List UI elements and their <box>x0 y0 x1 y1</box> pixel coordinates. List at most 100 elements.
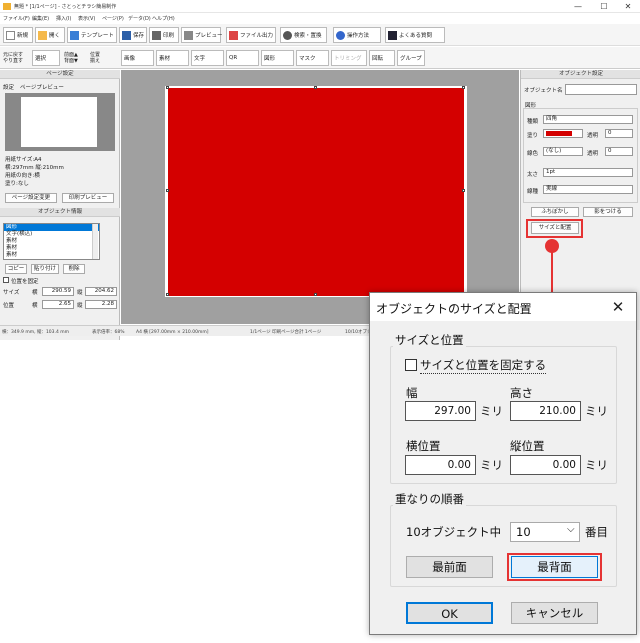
print-preview-button[interactable]: 印刷プレビュー <box>62 193 114 203</box>
dialog-title-bar: オブジェクトのサイズと配置 ✕ <box>370 293 636 321</box>
delete-button[interactable]: 削除 <box>63 264 85 274</box>
size-height-field[interactable]: 204.62 <box>85 287 117 296</box>
front-back-button[interactable]: 前面▲ 背面▼ <box>64 49 78 67</box>
paper-fill-text: 塗り:なし <box>5 181 29 187</box>
resize-handle[interactable] <box>166 189 169 192</box>
new-file-icon <box>6 30 15 40</box>
shape-tool-button[interactable]: 図形 <box>261 50 294 66</box>
y-position-input[interactable]: 0.00 <box>510 455 581 475</box>
fix-size-checkbox[interactable] <box>405 359 417 371</box>
width-input[interactable]: 297.00 <box>405 401 476 421</box>
align-button[interactable]: 位置 揃え <box>90 49 100 67</box>
menu-help[interactable]: ヘルプ(H) <box>152 15 175 22</box>
x-position-label: 横位置 <box>406 439 441 453</box>
image-tool-button[interactable]: 画像 <box>121 50 154 66</box>
page-settings-change-button[interactable]: ページ設定変更 <box>5 193 57 203</box>
search-replace-button[interactable]: 検索・置換 <box>280 27 327 43</box>
chevron-down-icon: ⌵ <box>567 524 575 535</box>
object-list[interactable]: 図形 文字(横込) 素材 素材 素材 <box>3 223 100 260</box>
fill-transparency-field[interactable]: 0 <box>605 129 633 138</box>
minimize-button[interactable]: — <box>566 1 590 12</box>
line-color-select[interactable]: (なし) <box>543 147 583 156</box>
select-tool-button[interactable]: 選択 <box>32 50 60 66</box>
object-name-field[interactable] <box>565 84 637 95</box>
menu-page[interactable]: ページ(P) <box>102 15 124 22</box>
open-button[interactable]: 開く <box>35 27 65 43</box>
menu-file[interactable]: ファイル(F) <box>3 15 30 22</box>
fill-color-select[interactable] <box>543 129 583 138</box>
position-x-field[interactable]: 2.65 <box>42 300 74 309</box>
tab-settings[interactable]: 設定 <box>3 83 14 91</box>
export-button[interactable]: ファイル出力 <box>226 27 276 43</box>
how-to-button[interactable]: 操作方法 <box>333 27 381 43</box>
page-thumbnail[interactable] <box>21 97 97 147</box>
x-position-input[interactable]: 0.00 <box>405 455 476 475</box>
order-select[interactable]: 10 ⌵ <box>510 522 580 542</box>
width-label: 幅 <box>406 386 418 400</box>
object-list-scrollbar[interactable] <box>92 224 98 259</box>
resize-handle[interactable] <box>314 293 317 296</box>
resize-handle[interactable] <box>314 86 317 89</box>
text-tool-button[interactable]: 文字 <box>191 50 224 66</box>
faq-button[interactable]: よくある質問 <box>385 27 445 43</box>
type-label: 種類 <box>527 119 539 125</box>
trim-tool-button[interactable]: トリミング <box>331 50 367 66</box>
list-item[interactable]: 素材 <box>4 238 99 245</box>
faq-icon <box>388 30 397 40</box>
template-icon <box>70 30 79 40</box>
export-icon <box>229 30 238 40</box>
menu-bar: ファイル(F) 編集(E) 挿入(I) 表示(V) ページ(P) データ(D) … <box>0 13 640 23</box>
dialog-close-button[interactable]: ✕ <box>606 296 630 318</box>
menu-insert[interactable]: 挿入(I) <box>56 15 71 22</box>
print-button[interactable]: 印刷 <box>149 27 179 43</box>
maximize-button[interactable]: ☐ <box>592 1 616 12</box>
resize-handle[interactable] <box>462 86 465 89</box>
fill-color-swatch <box>546 131 572 136</box>
new-button[interactable]: 新規 <box>3 27 33 43</box>
cancel-button[interactable]: キャンセル <box>511 602 598 624</box>
line-transparency-field[interactable]: 0 <box>605 147 633 156</box>
list-item[interactable]: 文字(横込) <box>4 231 99 238</box>
list-item[interactable]: 図形 <box>4 224 99 231</box>
line-type-select[interactable]: 実線 <box>543 185 633 194</box>
ok-button[interactable]: OK <box>406 602 493 624</box>
resize-handle[interactable] <box>166 86 169 89</box>
bring-to-front-button[interactable]: 最前面 <box>406 556 493 578</box>
size-width-field[interactable]: 290.59 <box>42 287 74 296</box>
red-rectangle-shape[interactable] <box>168 88 464 296</box>
list-item[interactable]: 素材 <box>4 245 99 252</box>
position-y-field[interactable]: 2.28 <box>85 300 117 309</box>
paper-dimensions-text: 横:297mm 縦:210mm <box>5 165 64 171</box>
size-w-label: 横 <box>32 290 38 296</box>
thickness-select[interactable]: 1pt <box>543 168 633 177</box>
size-h-label: 縦 <box>77 290 83 296</box>
height-label: 高さ <box>510 386 533 400</box>
preview-button[interactable]: プレビュー <box>181 27 223 43</box>
height-input[interactable]: 210.00 <box>510 401 581 421</box>
material-tool-button[interactable]: 素材 <box>156 50 189 66</box>
resize-handle[interactable] <box>166 293 169 296</box>
template-button[interactable]: テンプレート <box>67 27 117 43</box>
copy-button[interactable]: コピー <box>5 264 27 274</box>
mask-tool-button[interactable]: マスク <box>296 50 329 66</box>
type-select[interactable]: 四角 <box>543 115 633 124</box>
group-tool-button[interactable]: グループ <box>397 50 425 66</box>
fix-position-checkbox[interactable] <box>3 277 9 283</box>
qr-tool-button[interactable]: QR <box>226 50 259 66</box>
list-item[interactable]: 素材 <box>4 252 99 259</box>
resize-handle[interactable] <box>462 189 465 192</box>
add-shadow-button[interactable]: 影をつける <box>583 207 633 217</box>
rotate-tool-button[interactable]: 回転 <box>369 50 395 66</box>
menu-data[interactable]: データ(D) <box>128 15 151 22</box>
menu-edit[interactable]: 編集(E) <box>32 15 49 22</box>
object-name-label: オブジェクト名 <box>524 88 563 94</box>
order-select-value: 10 <box>516 525 531 539</box>
tab-page-preview[interactable]: ページプレビュー <box>20 83 64 91</box>
blur-edge-button[interactable]: ふちぼかし <box>531 207 579 217</box>
paste-button[interactable]: 貼り付け <box>31 264 59 274</box>
menu-view[interactable]: 表示(V) <box>78 15 95 22</box>
save-button[interactable]: 保存 <box>119 27 147 43</box>
close-window-button[interactable]: ✕ <box>616 1 640 12</box>
undo-redo-button[interactable]: 元に戻す やり直す <box>3 49 23 67</box>
status-coords: 横：349.9 mm, 縦：103.4 mm <box>2 330 70 335</box>
